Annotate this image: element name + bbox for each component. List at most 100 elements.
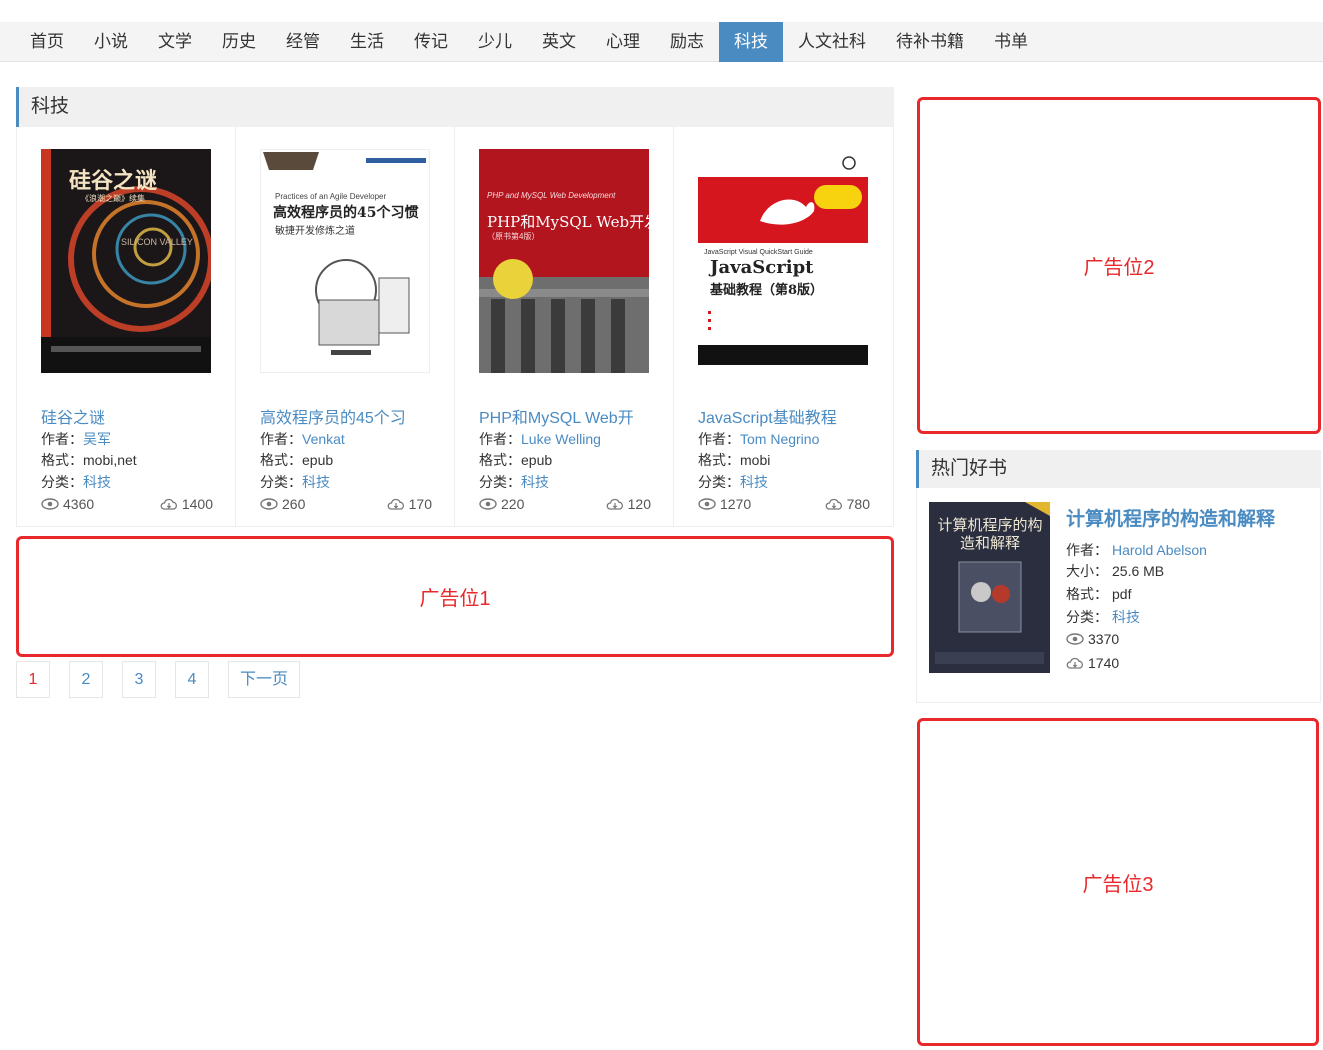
- download-count-value: 1740: [1088, 655, 1120, 671]
- cover-english-text: Practices of an Agile Developer: [275, 192, 387, 201]
- category-label: 分类：: [41, 474, 83, 490]
- nav-list: 首页 小说 文学 历史 经管 生活 传记 少儿 英文 心理 励志 科技 人文社科 待补书籍 书单: [0, 22, 1323, 62]
- author-link[interactable]: Tom Negrino: [740, 431, 819, 447]
- ad-slot-1[interactable]: 广告位1: [16, 536, 894, 657]
- format-value: epub: [521, 452, 553, 468]
- cover-english-text: PHP and MySQL Web Development: [487, 191, 616, 200]
- download-count-value: 1400: [181, 496, 213, 512]
- download-count: 780: [825, 496, 870, 512]
- book-title-link[interactable]: JavaScript基础教程: [698, 404, 837, 428]
- book-author: 作者：Tom Negrino: [698, 429, 819, 449]
- hot-book-title-link[interactable]: 计算机程序的构造和解释: [1066, 504, 1275, 531]
- author-label: 作者：: [698, 431, 740, 447]
- category-link[interactable]: 科技: [302, 474, 330, 490]
- eye-icon: [479, 498, 497, 510]
- view-count: 4360: [41, 496, 94, 512]
- book-title-link[interactable]: 硅谷之谜: [41, 404, 105, 428]
- category-label: 分类：: [260, 474, 302, 490]
- size-value: 25.6 MB: [1112, 563, 1165, 579]
- nav-item[interactable]: 人文社科: [783, 22, 881, 62]
- category-link[interactable]: 科技: [1112, 607, 1140, 627]
- nav-item[interactable]: 少儿: [463, 22, 527, 62]
- book-cover[interactable]: JavaScript Visual QuickStart Guide JavaS…: [698, 149, 868, 373]
- nav-item[interactable]: 经管: [271, 22, 335, 62]
- book-format: 格式：epub: [479, 450, 552, 470]
- view-count-value: 3370: [1088, 631, 1120, 647]
- page-2-button[interactable]: 2: [69, 661, 103, 698]
- nav-item[interactable]: 传记: [399, 22, 463, 62]
- page-4-button[interactable]: 4: [175, 661, 209, 698]
- nav-item[interactable]: 科技: [719, 22, 783, 62]
- nav-item[interactable]: 生活: [335, 22, 399, 62]
- book-author: 作者：Luke Welling: [479, 429, 601, 449]
- cover-art-aqueduct: [479, 149, 649, 373]
- page-3-button[interactable]: 3: [122, 661, 156, 698]
- book-grid: 硅谷之谜 《浪潮之巅》续集 SILICON VALLEY 硅谷之谜 作者：吴军 …: [16, 127, 894, 527]
- format-label: 格式：: [479, 452, 521, 468]
- book-title-link[interactable]: 高效程序员的45个习: [260, 404, 406, 428]
- hot-book-format: 格式： pdf: [1066, 584, 1131, 604]
- format-value: pdf: [1112, 586, 1132, 602]
- view-count: 1270: [698, 496, 751, 512]
- book-stats: 220 120: [479, 496, 651, 512]
- nav-item[interactable]: 小说: [79, 22, 143, 62]
- nav-item[interactable]: 励志: [655, 22, 719, 62]
- category-link[interactable]: 科技: [83, 474, 111, 490]
- nav-item[interactable]: 英文: [527, 22, 591, 62]
- nav-item[interactable]: 待补书籍: [881, 22, 979, 62]
- cloud-download-icon: [825, 498, 842, 510]
- nav-item[interactable]: 心理: [591, 22, 655, 62]
- download-count-value: 120: [627, 496, 651, 512]
- nav-item[interactable]: 历史: [207, 22, 271, 62]
- cover-title-text: 计算机程序的构造和解释: [937, 516, 1043, 552]
- download-count-value: 780: [846, 496, 870, 512]
- format-label: 格式：: [41, 452, 83, 468]
- ad-slot-2[interactable]: 广告位2: [917, 97, 1321, 434]
- cover-art-illustration: [263, 152, 426, 355]
- cloud-download-icon: [1066, 657, 1083, 669]
- ad-slot-3[interactable]: 广告位3: [917, 718, 1319, 1046]
- page-1-button[interactable]: 1: [16, 661, 50, 698]
- author-link[interactable]: 吴军: [83, 431, 111, 447]
- book-cover[interactable]: PHP and MySQL Web Development PHP和MySQL …: [479, 149, 649, 373]
- hot-book-cover[interactable]: 计算机程序的构造和解释: [929, 502, 1050, 673]
- nav-item[interactable]: 首页: [15, 22, 79, 62]
- category-link[interactable]: 科技: [521, 474, 549, 490]
- category-label: 分类：: [1066, 609, 1108, 625]
- cover-english-text: JavaScript Visual QuickStart Guide: [704, 249, 813, 256]
- view-count-value: 1270: [720, 496, 752, 512]
- nav-item[interactable]: 书单: [979, 22, 1043, 62]
- format-value: mobi: [740, 452, 771, 468]
- top-nav: 首页 小说 文学 历史 经管 生活 传记 少儿 英文 心理 励志 科技 人文社科 待补书籍 书单: [0, 22, 1323, 62]
- download-count-value: 170: [408, 496, 432, 512]
- hot-book-category: 分类： 科技: [1066, 607, 1140, 627]
- hot-books-panel: 计算机程序的构造和解释 计算机程序的构造和解释 作者： Harold Abelso…: [916, 488, 1321, 703]
- hot-book-views: 3370: [1066, 631, 1119, 647]
- next-page-button[interactable]: 下一页: [228, 661, 301, 698]
- book-category: 分类：科技: [260, 472, 330, 492]
- author-label: 作者：: [260, 431, 302, 447]
- book-card: Practices of an Agile Developer 高效程序员的45…: [236, 127, 455, 526]
- hot-book-author: 作者： Harold Abelson: [1066, 540, 1207, 560]
- author-link[interactable]: Venkat: [302, 431, 345, 447]
- size-label: 大小：: [1066, 563, 1108, 579]
- book-cover[interactable]: 硅谷之谜 《浪潮之巅》续集 SILICON VALLEY: [41, 149, 211, 373]
- book-card: PHP and MySQL Web Development PHP和MySQL …: [455, 127, 674, 526]
- category-link[interactable]: 科技: [740, 474, 768, 490]
- cover-title-text: PHP和MySQL Web开发: [487, 213, 649, 231]
- cloud-download-icon: [606, 498, 623, 510]
- nav-item[interactable]: 文学: [143, 22, 207, 62]
- author-link[interactable]: Harold Abelson: [1112, 542, 1207, 558]
- pagination: 1 2 3 4 下一页: [16, 661, 301, 698]
- book-title-link[interactable]: PHP和MySQL Web开: [479, 404, 634, 428]
- book-cover[interactable]: Practices of an Agile Developer 高效程序员的45…: [260, 149, 430, 373]
- book-format: 格式：mobi,net: [41, 450, 137, 470]
- book-category: 分类：科技: [698, 472, 768, 492]
- author-link[interactable]: Luke Welling: [521, 431, 601, 447]
- format-label: 格式：: [1066, 586, 1108, 602]
- eye-icon: [1066, 633, 1084, 645]
- book-format: 格式：epub: [260, 450, 333, 470]
- view-count-value: 4360: [63, 496, 95, 512]
- author-label: 作者：: [1066, 542, 1108, 558]
- author-label: 作者：: [41, 431, 83, 447]
